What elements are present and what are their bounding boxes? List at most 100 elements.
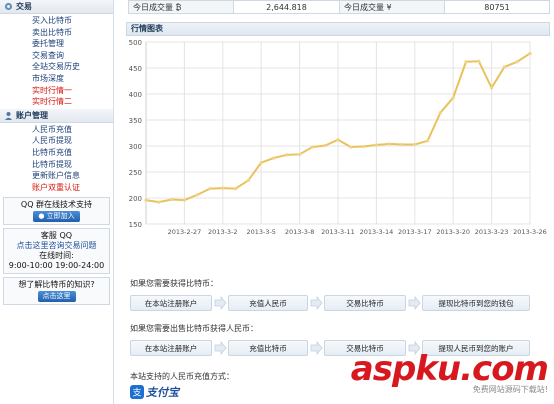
y-tick-label: 150	[129, 221, 142, 229]
buy-flow-step[interactable]: 交易比特币	[324, 295, 406, 311]
data-point[interactable]	[144, 198, 148, 202]
y-tick-label: 400	[129, 91, 142, 99]
trade-item[interactable]: 实时行情二	[32, 96, 113, 108]
alipay-logo[interactable]: 支 支付宝	[130, 384, 179, 400]
data-point[interactable]	[477, 59, 481, 63]
account-section-title: 账户管理	[16, 110, 48, 120]
data-point[interactable]	[400, 142, 404, 147]
data-point[interactable]	[451, 96, 455, 100]
data-point[interactable]	[285, 153, 289, 157]
x-tick-label: 2013-3-17	[398, 228, 432, 236]
data-point[interactable]	[362, 144, 366, 149]
trade-item[interactable]: 买入比特币	[32, 15, 113, 27]
data-point[interactable]	[336, 138, 340, 142]
trade-item[interactable]: 市场深度	[32, 73, 113, 85]
trade-item[interactable]: 交易查询	[32, 50, 113, 62]
trade-nav-list: 买入比特币 卖出比特币 委托管理 交易查询 全站交易历史 市场深度 实时行情一 实时行情二	[0, 14, 113, 108]
service-consult-link[interactable]: 点击这里咨询交易问题	[5, 241, 108, 251]
y-tick-label: 300	[129, 143, 142, 151]
trade-item[interactable]: 委托管理	[32, 38, 113, 50]
data-point[interactable]	[170, 197, 174, 202]
trade-item[interactable]: 全站交易历史	[32, 61, 113, 73]
sell-flow-step[interactable]: 在本站注册账户	[130, 340, 212, 356]
trade-item[interactable]: 实时行情一	[32, 85, 113, 97]
service-qq-box: 客服 QQ 点击这里咨询交易问题 在线时间: 9:00-10:00 19:00-…	[3, 228, 110, 275]
data-point[interactable]	[221, 186, 225, 190]
btc-volume-value: 2,644.818	[233, 0, 340, 14]
user-icon	[4, 111, 13, 120]
data-point[interactable]	[438, 111, 442, 115]
data-point[interactable]	[208, 187, 212, 191]
trade-section-header[interactable]: 交易	[0, 0, 113, 14]
y-tick-label: 200	[129, 195, 142, 203]
service-title: 客服 QQ	[40, 231, 73, 241]
arrow-right-icon	[212, 295, 228, 311]
data-point[interactable]	[515, 60, 519, 64]
data-point[interactable]	[426, 139, 430, 143]
sell-flow-title: 如果您需要出售比特币获得人民币：	[130, 324, 258, 333]
buy-flow-step[interactable]: 充值人民币	[228, 295, 308, 311]
learn-bitcoin-box: 想了解比特币的知识? 点击这里	[3, 277, 110, 306]
account-item[interactable]: 比特币充值	[32, 147, 113, 159]
learn-title: 想了解比特币的知识?	[18, 280, 95, 290]
x-tick-label: 2013-3-14	[360, 228, 394, 236]
sell-flow-step[interactable]: 充值比特币	[228, 340, 308, 356]
x-tick-label: 2013-2-27	[168, 228, 202, 236]
data-point[interactable]	[259, 161, 263, 165]
account-section-header[interactable]: 账户管理	[0, 108, 113, 123]
buy-flow-steps: 在本站注册账户 充值人民币 交易比特币 提现比特币到您的钱包	[130, 294, 550, 312]
data-point[interactable]	[157, 200, 161, 204]
x-tick-label: 2013-3-23	[475, 228, 509, 236]
account-item[interactable]: 账户双重认证	[32, 182, 113, 194]
data-point[interactable]	[195, 193, 199, 197]
sidebar: 交易 买入比特币 卖出比特币 委托管理 交易查询 全站交易历史 市场深度 实时行情一 实时行情…	[0, 0, 114, 404]
watermark-main: aspku.com	[350, 349, 549, 389]
buy-flow-step[interactable]: 提现比特币到您的钱包	[422, 295, 530, 311]
data-point[interactable]	[323, 143, 327, 148]
watermark: aspku.com 免费网站源码下载站!	[350, 349, 549, 395]
y-tick-label: 250	[129, 169, 142, 177]
arrow-right-icon	[308, 340, 324, 356]
gear-icon	[4, 2, 13, 11]
x-tick-label: 2013-3-5	[246, 228, 276, 236]
learn-more-button[interactable]: 点击这里	[37, 291, 76, 303]
data-point[interactable]	[298, 152, 302, 156]
data-point[interactable]	[490, 86, 494, 90]
data-point[interactable]	[528, 51, 532, 56]
data-point[interactable]	[310, 145, 314, 149]
data-point[interactable]	[246, 178, 250, 182]
chart-panel-title: 行情图表	[126, 22, 550, 36]
x-tick-label: 2013-3-2	[208, 228, 238, 236]
arrow-right-icon	[212, 340, 228, 356]
data-point[interactable]	[387, 142, 391, 146]
arrow-right-icon	[406, 295, 422, 311]
payment-methods-title: 本站支持的人民币充值方式：	[130, 372, 234, 381]
arrow-right-icon	[308, 295, 324, 311]
main-content: 今日成交量 ₿ 2,644.818 今日成交量 ¥ 80751 行情图表 150…	[120, 0, 554, 404]
data-point[interactable]	[234, 187, 238, 191]
account-item[interactable]: 比特币提现	[32, 159, 113, 171]
account-item[interactable]: 人民币充值	[32, 124, 113, 136]
join-qq-group-button[interactable]: ● 立即加入	[33, 211, 80, 223]
x-tick-label: 2013-3-11	[321, 228, 355, 236]
cny-volume-label: 今日成交量 ¥	[339, 0, 445, 14]
cny-volume-value: 80751	[444, 0, 550, 14]
data-point[interactable]	[374, 143, 378, 147]
data-point[interactable]	[272, 156, 276, 160]
price-chart: 150 200 250 300 350 400 450 500 2013-2-27 2013-3…	[129, 39, 547, 236]
x-tick-label: 2013-3-26	[513, 228, 547, 236]
buy-flow-step[interactable]: 在本站注册账户	[130, 295, 212, 311]
data-point[interactable]	[349, 145, 353, 149]
data-point[interactable]	[182, 198, 186, 202]
data-point[interactable]	[502, 65, 506, 69]
trade-item[interactable]: 卖出比特币	[32, 27, 113, 39]
data-point[interactable]	[464, 60, 468, 64]
trade-section-title: 交易	[16, 2, 32, 11]
data-point[interactable]	[413, 142, 417, 147]
alipay-icon: 支	[130, 385, 144, 399]
x-tick-label: 2013-3-8	[285, 228, 315, 236]
account-item[interactable]: 更新账户信息	[32, 170, 113, 182]
service-hours: 9:00-10:00 19:00-24:00	[8, 261, 105, 271]
account-item[interactable]: 人民币提现	[32, 135, 113, 147]
qq-group-box: QQ 群在线技术支持 ● 立即加入	[3, 197, 110, 226]
